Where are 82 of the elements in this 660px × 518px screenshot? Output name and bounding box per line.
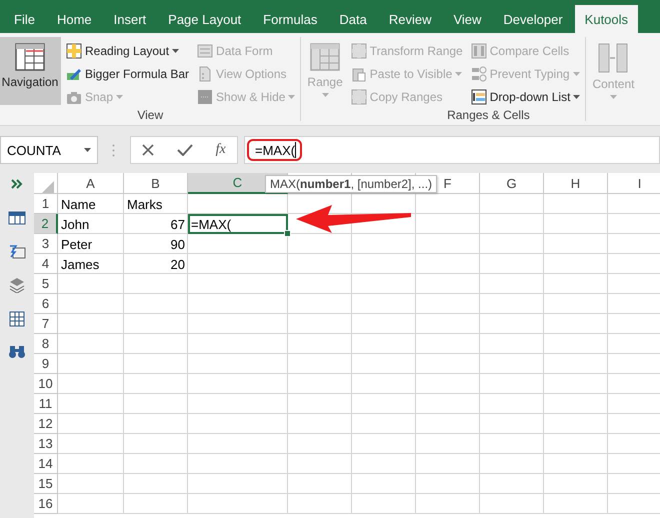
cell-text: =MAX( [191, 216, 232, 232]
row-header[interactable]: 8 [34, 334, 58, 354]
form-icon [197, 42, 214, 58]
caret-icon [322, 93, 329, 97]
prohibited-icon [470, 66, 487, 82]
table-icon [15, 43, 45, 71]
table-cell[interactable]: Peter [58, 234, 124, 254]
document-icon [197, 66, 214, 82]
table-cell[interactable]: John [58, 214, 124, 234]
caret-icon [610, 95, 617, 99]
caret-icon [573, 94, 580, 98]
table-cell[interactable]: James [58, 254, 124, 274]
row-header[interactable]: 14 [34, 454, 58, 474]
ribbon-tab[interactable]: Insert [104, 5, 156, 33]
name-box-text: COUNTA [7, 142, 61, 158]
fill-handle[interactable] [284, 230, 291, 237]
grip-icon [112, 144, 114, 156]
table-icon [310, 43, 340, 71]
caret-icon [84, 148, 91, 152]
ribbon-tab[interactable]: Formulas [253, 5, 328, 33]
ribbon-tab[interactable]: View [443, 5, 492, 33]
column-header[interactable]: G [480, 173, 544, 194]
row-header[interactable]: 10 [34, 374, 58, 394]
row-header[interactable]: 9 [34, 354, 58, 374]
row-header[interactable]: 15 [34, 474, 58, 494]
table-cell[interactable]: 20 [124, 254, 188, 274]
column-header[interactable]: A [58, 173, 124, 194]
insert-function-button[interactable]: fx [216, 142, 226, 158]
check-icon[interactable] [176, 144, 193, 156]
column-header[interactable]: B [124, 173, 188, 194]
arrow-icon [296, 204, 412, 234]
columns-icon [470, 42, 487, 58]
binoculars-icon [8, 345, 26, 359]
ribbon-tab[interactable]: Data [329, 5, 377, 33]
caret-icon [172, 48, 180, 52]
ribbon-tab[interactable]: Kutools [574, 5, 638, 33]
row-header[interactable]: 12 [34, 414, 58, 434]
ribbon-tab[interactable]: File [4, 5, 45, 33]
cancel-icon[interactable] [142, 144, 154, 156]
ribbon-button[interactable]: Navigation [0, 37, 61, 105]
formula-text: =MAX( [255, 142, 296, 158]
row-header[interactable]: 11 [34, 394, 58, 414]
formula-icon [8, 243, 26, 259]
table-icon [8, 211, 26, 225]
table-cell[interactable]: 67 [124, 214, 188, 234]
active-cell[interactable]: =MAX( [188, 214, 288, 234]
row-header[interactable]: 6 [34, 294, 58, 314]
ribbon-button[interactable]: Bigger Formula Bar [64, 62, 192, 85]
chevron-icon [11, 179, 23, 189]
ribbon-tab[interactable]: Review [378, 5, 442, 33]
caret-icon [572, 72, 580, 76]
ribbon-button[interactable]: Reading Layout [64, 39, 192, 62]
row-header[interactable]: 16 [34, 494, 58, 514]
row-header[interactable]: 4 [34, 254, 58, 274]
formula-field[interactable]: =MAX( [244, 136, 660, 164]
row-header[interactable]: 13 [34, 434, 58, 454]
layers-icon [8, 277, 26, 293]
columns-icon [598, 43, 628, 73]
table-cell[interactable]: Marks [124, 194, 188, 214]
ribbon-tab[interactable]: Home [46, 5, 102, 33]
table-cell[interactable]: Name [58, 194, 124, 214]
list-icon [470, 88, 487, 104]
group-label: View [136, 107, 164, 123]
row-header[interactable]: 7 [34, 314, 58, 334]
function-tooltip: MAX(number1, [number2], ...) [265, 175, 438, 193]
row-header[interactable]: 5 [34, 274, 58, 294]
row-header[interactable]: 1 [34, 194, 58, 214]
column-header[interactable]: H [544, 173, 608, 194]
ribbon-tab[interactable]: Developer [493, 5, 573, 33]
row-header[interactable]: 3 [34, 234, 58, 254]
square-icon [197, 88, 214, 104]
group-label: Ranges & Cells [446, 107, 531, 123]
caret-icon [288, 94, 296, 98]
ribbon-tab[interactable]: Page Layout [158, 5, 252, 33]
name-box[interactable]: COUNTA [0, 136, 98, 164]
ribbon-button[interactable]: Drop-down List [468, 85, 582, 108]
caret-icon [455, 72, 462, 76]
text-cursor [295, 142, 296, 158]
row-header[interactable]: 2 [34, 214, 58, 234]
caret-icon [116, 94, 124, 98]
clipboard-icon [350, 66, 367, 82]
table-cell[interactable]: 90 [124, 234, 188, 254]
